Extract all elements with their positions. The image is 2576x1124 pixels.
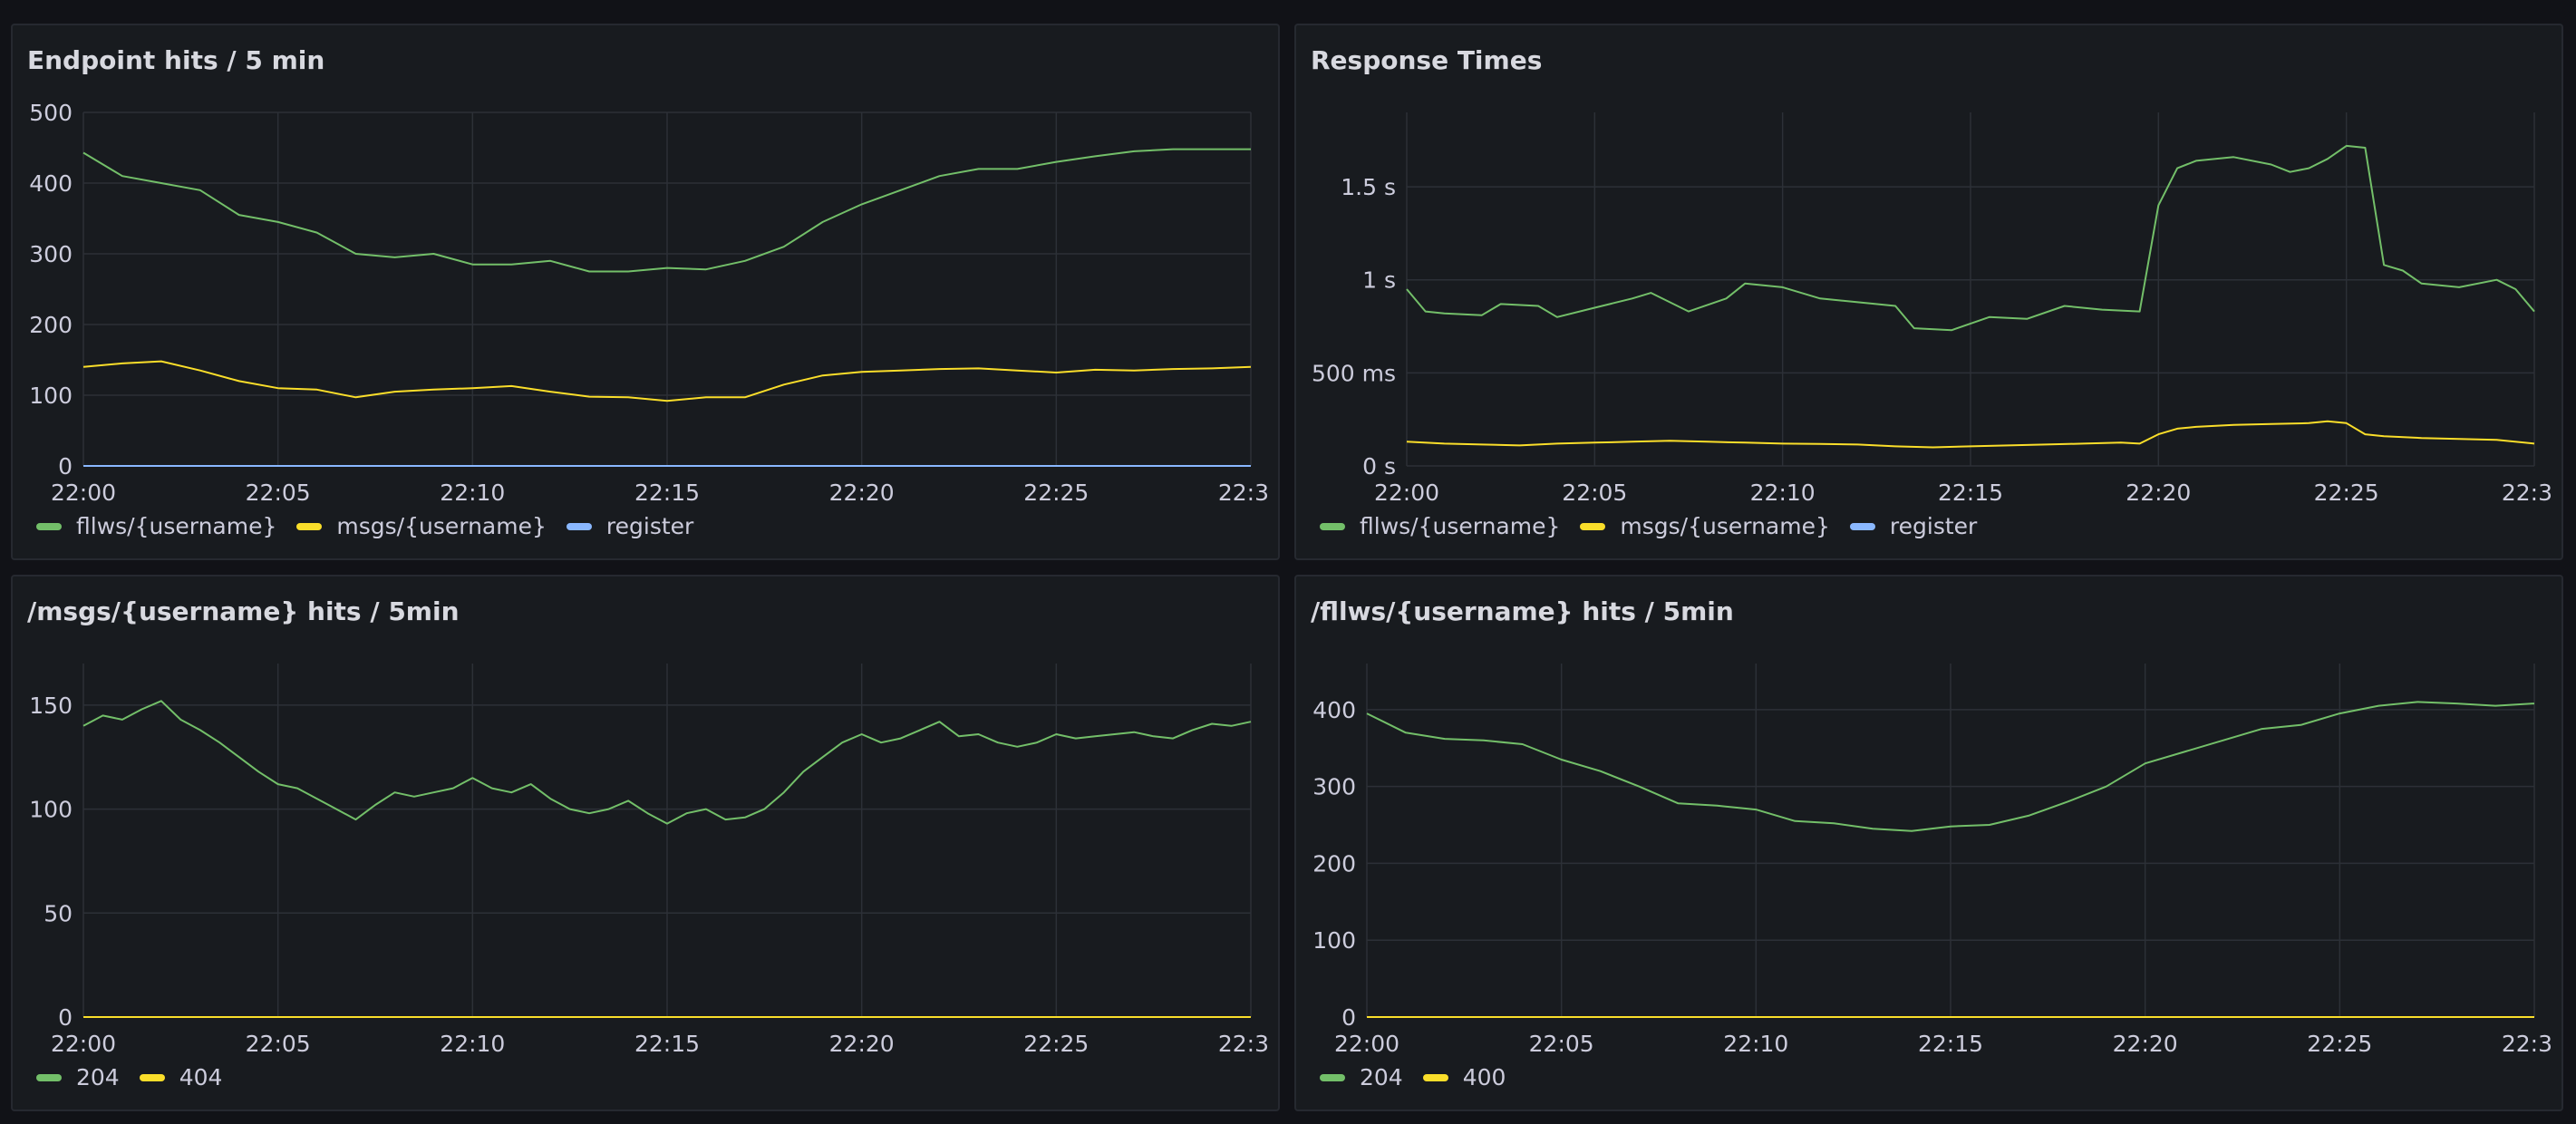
legend-swatch [296,522,323,530]
y-tick-label: 100 [29,797,73,823]
legend-label: msgs/{username} [1620,513,1830,539]
x-tick-label: 22:20 [829,1031,895,1057]
legend-swatch [1580,522,1606,530]
y-tick-label: 500 ms [1312,360,1396,386]
panel-endpoint-hits: Endpoint hits / 5 min 0 100 200 300 400 500 22… [11,24,1280,560]
legend-swatch [1422,1073,1448,1081]
x-tick-label: 22:05 [246,1031,311,1057]
legend-swatch [1320,522,1345,530]
x-tick-label: 22:10 [440,480,505,506]
legend-item-404[interactable]: 404 [139,1064,223,1090]
legend-label: 204 [1360,1064,1403,1090]
y-tick-label: 100 [1312,927,1356,954]
legend-label: 404 [179,1064,223,1090]
y-tick-label: 300 [1312,774,1356,800]
y-tick-label: 0 [1341,1004,1356,1031]
chart-endpoint-hits: 0 100 200 300 400 500 22:00 22:05 22:10 22:15 22:2… [29,100,1269,506]
legend-label: msgs/{username} [336,513,547,539]
y-tick-label: 50 [44,900,73,926]
legend-swatch [36,522,62,530]
y-tick-label: 200 [29,312,73,338]
x-tick-label: 22:20 [2113,1031,2178,1057]
legend-item-fllws[interactable]: fllws/{username} [36,513,276,539]
panel-msgs-hits: /msgs/{username} hits / 5min 0 50 100 150 22… [11,575,1280,1111]
y-tick-label: 0 [58,1004,73,1031]
x-tick-label: 22:15 [1938,480,2003,506]
legend-item-204[interactable]: 204 [36,1064,120,1090]
legend-item-400[interactable]: 400 [1422,1064,1506,1090]
x-tick-label: 22:10 [440,1031,505,1057]
legend-label: fllws/{username} [76,513,277,539]
y-tick-label: 1 s [1362,267,1396,294]
y-tick-label: 200 [1312,850,1356,877]
legend-item-register[interactable]: register [1849,513,1978,539]
y-tick-label: 400 [1312,697,1356,723]
x-tick-label: 22:05 [246,480,311,506]
legend-item-register[interactable]: register [566,513,694,539]
legend-label: 204 [76,1064,120,1090]
y-tick-label: 0 s [1362,453,1396,480]
legend-swatch [36,1073,62,1081]
legend-item-204[interactable]: 204 [1320,1064,1403,1090]
legend-label: register [605,513,694,539]
legend-swatch [1849,522,1875,530]
x-tick-label: 22:25 [1023,1031,1089,1057]
y-tick-label: 0 [58,453,73,480]
legend-swatch [1320,1073,1345,1081]
x-tick-label: 22:3 [1218,1031,1269,1057]
x-tick-label: 22:10 [1723,1031,1788,1057]
legend: fllws/{username} msgs/{username} registe… [1320,513,1977,539]
x-tick-label: 22:3 [2502,1031,2552,1057]
legend-label: 400 [1462,1064,1506,1090]
y-tick-label: 100 [29,383,73,409]
x-tick-label: 22:20 [829,480,895,506]
x-tick-label: 22:00 [1334,1031,1399,1057]
x-tick-label: 22:05 [1562,480,1627,506]
x-tick-label: 22:25 [1023,480,1089,506]
y-tick-label: 1.5 s [1341,174,1396,200]
y-tick-label: 300 [29,241,73,267]
x-tick-label: 22:00 [1374,480,1439,506]
x-tick-label: 22:25 [2314,480,2379,506]
x-tick-label: 22:10 [1750,480,1816,506]
x-tick-label: 22:15 [1918,1031,1983,1057]
x-tick-label: 22:15 [634,480,700,506]
legend: 204 404 [36,1064,222,1090]
x-tick-label: 22:3 [1218,480,1269,506]
legend: fllws/{username} msgs/{username} registe… [36,513,693,539]
x-tick-label: 22:3 [2502,480,2552,506]
legend-label: register [1889,513,1978,539]
panel-fllws-hits: /fllws/{username} hits / 5min 0 100 200 300… [1294,575,2563,1111]
legend-label: fllws/{username} [1360,513,1561,539]
y-tick-label: 400 [29,170,73,197]
legend-item-msgs[interactable]: msgs/{username} [296,513,547,539]
panel-response-times: Response Times 0 s 500 ms 1 s 1.5 s 22:00 22:… [1294,24,2563,560]
x-tick-label: 22:00 [51,1031,116,1057]
legend-swatch [139,1073,165,1081]
chart-fllws-hits: 0 100 200 300 400 22:00 22:05 22:10 22:15 22:20 22… [1312,664,2552,1057]
x-tick-label: 22:15 [634,1031,700,1057]
x-tick-label: 22:25 [2307,1031,2372,1057]
chart-msgs-hits: 0 50 100 150 22:00 22:05 22:10 22:15 22:20 22:25 2… [29,664,1269,1057]
x-tick-label: 22:00 [51,480,116,506]
y-tick-label: 500 [29,100,73,126]
legend-swatch [566,522,592,530]
x-tick-label: 22:05 [1529,1031,1594,1057]
chart-response-times: 0 s 500 ms 1 s 1.5 s 22:00 22:05 22:10 22:15 22:… [1312,112,2552,506]
y-tick-label: 150 [29,693,73,719]
legend-item-msgs[interactable]: msgs/{username} [1580,513,1830,539]
legend: 204 400 [1320,1064,1506,1090]
legend-item-fllws[interactable]: fllws/{username} [1320,513,1560,539]
x-tick-label: 22:20 [2126,480,2191,506]
